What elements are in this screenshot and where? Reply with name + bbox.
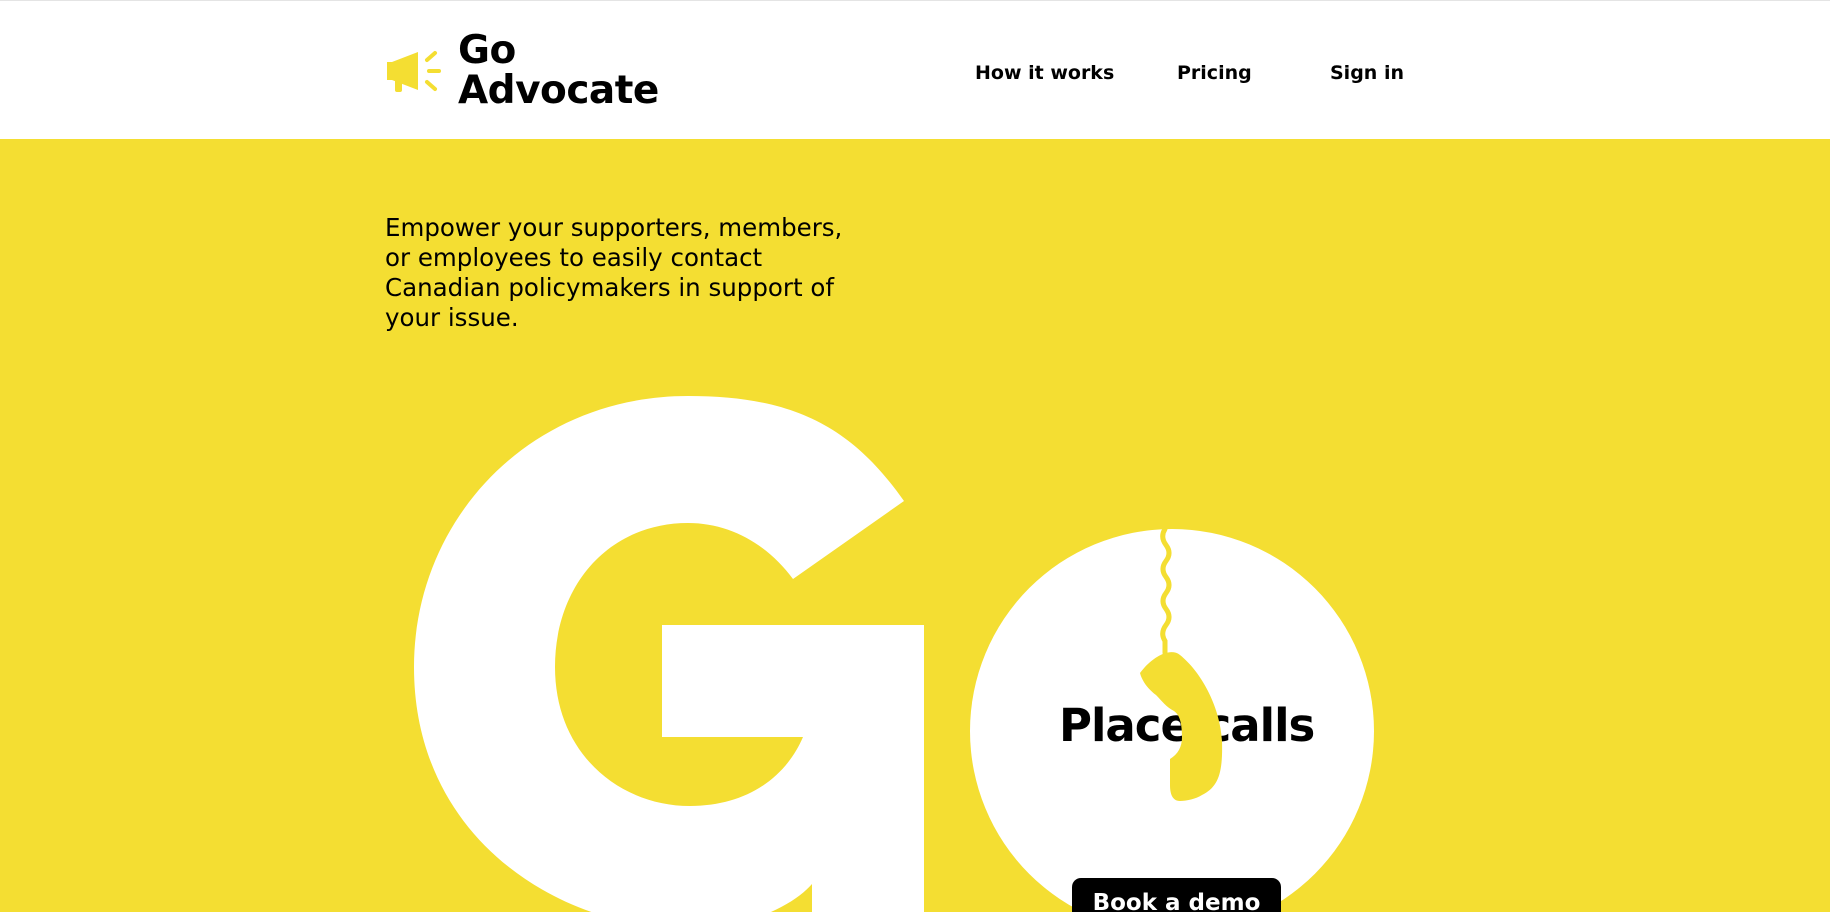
nav-how-it-works[interactable]: How it works (975, 59, 1114, 87)
megaphone-icon (387, 51, 441, 92)
logo-wordmark: Go Advocate (458, 31, 659, 111)
big-g-shape (414, 396, 924, 912)
logo-line-go: Go (458, 28, 516, 73)
hero-section: Empower your supporters, members, or emp… (0, 139, 1830, 912)
phone-handset-icon (1140, 652, 1223, 801)
nav-pricing[interactable]: Pricing (1177, 59, 1252, 87)
book-demo-button[interactable]: Book a demo (1072, 878, 1281, 912)
site-header: Go Advocate How it works Pricing Sign in (0, 0, 1830, 139)
nav-sign-in[interactable]: Sign in (1330, 59, 1404, 87)
logo-link[interactable]: Go Advocate (384, 31, 659, 111)
logo-line-advocate: Advocate (458, 68, 659, 113)
big-g-letter (414, 396, 924, 912)
